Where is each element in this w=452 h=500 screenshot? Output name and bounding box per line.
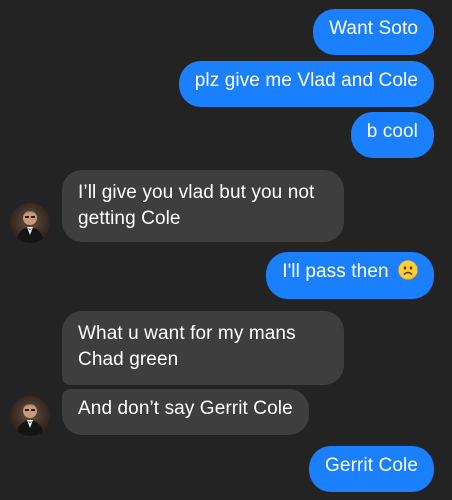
message-text: I'll pass then — [282, 261, 389, 282]
received-message[interactable]: What u want for my mans Chad green — [62, 311, 344, 385]
message-text: What u want for my mans Chad green — [78, 323, 296, 370]
message-thread: Want Soto plz give me Vlad and Cole b co… — [0, 0, 452, 500]
contact-avatar[interactable] — [10, 396, 50, 436]
received-message[interactable]: I’ll give you vlad but you not getting C… — [62, 170, 344, 242]
message-text: I’ll give you vlad but you not getting C… — [78, 182, 315, 229]
frowning-face-emoji-icon — [398, 260, 418, 280]
received-message[interactable]: And don’t say Gerrit Cole — [62, 389, 309, 435]
message-text: And don’t say Gerrit Cole — [78, 398, 293, 419]
message-text: Want Soto — [329, 18, 418, 39]
sent-message[interactable]: I'll pass then — [266, 252, 434, 299]
person-icon — [16, 404, 44, 436]
message-text: plz give me Vlad and Cole — [194, 70, 418, 91]
message-text: Gerrit Cole — [325, 455, 418, 476]
sent-message[interactable]: Want Soto — [313, 9, 434, 55]
sent-message[interactable]: b cool — [350, 112, 434, 158]
sent-message[interactable]: plz give me Vlad and Cole — [178, 61, 434, 107]
message-text: b cool — [366, 121, 418, 142]
person-icon — [16, 211, 44, 243]
contact-avatar[interactable] — [10, 203, 50, 243]
sent-message[interactable]: Gerrit Cole — [309, 446, 434, 492]
